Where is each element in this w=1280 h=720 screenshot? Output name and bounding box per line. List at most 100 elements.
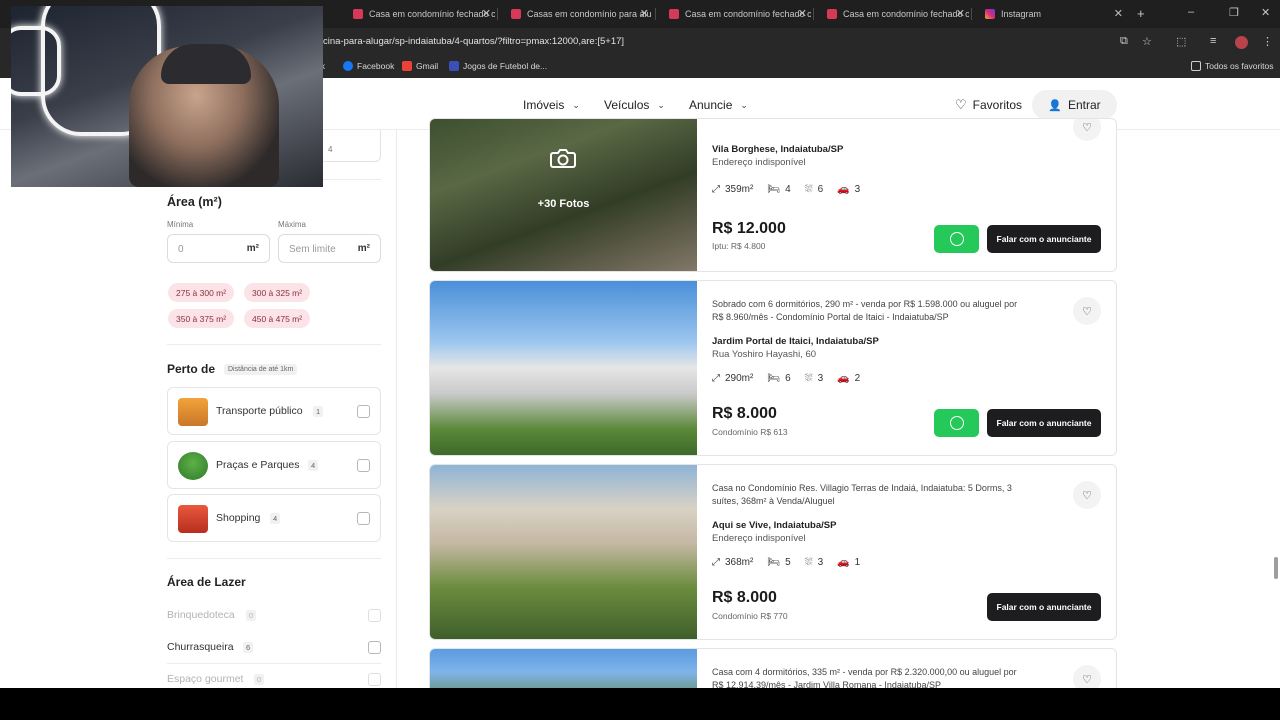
bed-icon: 🛏 — [767, 184, 781, 195]
bedrooms-value: 4 — [785, 184, 791, 195]
poi-checkbox[interactable] — [357, 405, 370, 418]
nav-veiculos[interactable]: Veículos ⌄ — [604, 98, 665, 112]
area-icon: ⤢ — [712, 557, 720, 568]
favorite-button[interactable]: ♡ — [1073, 481, 1101, 509]
poi-shopping[interactable]: Shopping 4 — [167, 494, 381, 542]
area-value: 368m² — [725, 557, 754, 568]
leisure-count: 6 — [243, 642, 254, 653]
media-icon[interactable]: ≡ — [1210, 35, 1216, 47]
poi-parks[interactable]: Praças e Parques 4 — [167, 441, 381, 489]
nav-label: Anuncie — [689, 98, 733, 112]
listing-photo[interactable]: +30 Fotos — [430, 119, 697, 271]
listing-card[interactable]: Casa com 4 dormitórios, 335 m² - venda p… — [429, 648, 1117, 688]
leisure-checkbox[interactable] — [368, 609, 381, 622]
minimize-icon[interactable]: – — [1188, 6, 1194, 18]
listing-location: Jardim Portal de Itaici, Indaiatuba/SP — [712, 336, 879, 347]
nav-imoveis[interactable]: Imóveis ⌄ — [523, 98, 580, 112]
listing-card[interactable]: Sobrado com 6 dormitórios, 290 m² - vend… — [429, 280, 1117, 456]
bookmark-item[interactable]: Jogos de Futebol de... — [449, 61, 547, 71]
tab-label: Casa em condomínio fechado c — [369, 9, 495, 19]
tab-separator — [971, 8, 972, 20]
listing-price: R$ 8.000 — [712, 405, 777, 422]
bookmark-item[interactable]: Facebook — [343, 61, 394, 71]
browser-tab[interactable]: Casa em condomínio fechado c ✕ — [661, 4, 811, 24]
close-icon[interactable]: ✕ — [956, 7, 965, 20]
extensions-icon[interactable]: ⬚ — [1176, 35, 1186, 48]
close-icon[interactable]: ✕ — [798, 7, 807, 20]
listing-price: R$ 8.000 — [712, 589, 777, 606]
unit-label: m² — [357, 243, 370, 254]
page-scrollbar[interactable] — [1274, 557, 1278, 579]
parking-value: 1 — [854, 557, 861, 568]
bathrooms-feature: ⛆ 3 — [805, 557, 824, 568]
url-field[interactable]: cina-para-alugar/sp-indaiatuba/4-quartos… — [323, 36, 624, 47]
area-chip[interactable]: 275 à 300 m² — [168, 283, 235, 302]
filter-count: 4 — [328, 145, 333, 154]
listing-features: ⤢ 359m² 🛏 4 ⛆ 6 🚗 3 — [712, 184, 874, 195]
tab-separator — [497, 8, 498, 20]
favorite-button[interactable]: ♡ — [1073, 119, 1101, 141]
whatsapp-button[interactable] — [934, 409, 979, 437]
browser-tab[interactable]: Instagram ✕ — [977, 4, 1127, 24]
star-icon[interactable]: ☆ — [1142, 35, 1152, 48]
parking-value: 3 — [854, 184, 861, 195]
menu-icon[interactable]: ⋮ — [1262, 35, 1273, 48]
all-bookmarks[interactable]: Todos os favoritos — [1191, 61, 1274, 71]
all-bookmarks-label: Todos os favoritos — [1205, 61, 1274, 71]
close-icon[interactable]: ✕ — [640, 7, 649, 20]
area-value: 290m² — [725, 373, 754, 384]
favorite-button[interactable]: ♡ — [1073, 665, 1101, 688]
area-chip[interactable]: 350 à 375 m² — [168, 309, 235, 328]
area-value: 359m² — [725, 184, 754, 195]
close-icon[interactable]: ✕ — [482, 7, 491, 20]
favorites-link[interactable]: ♡ Favoritos — [955, 97, 1022, 113]
chevron-down-icon: ⌄ — [572, 99, 580, 110]
leisure-option[interactable]: Churrasqueira 6 — [167, 638, 381, 658]
contact-advertiser-button[interactable]: Falar com o anunciante — [987, 593, 1101, 621]
contact-advertiser-button[interactable]: Falar com o anunciante — [987, 409, 1101, 437]
area-min-input[interactable]: 0 m² — [167, 234, 270, 263]
tab-separator — [813, 8, 814, 20]
close-icon[interactable]: ✕ — [1114, 7, 1123, 20]
listing-photo[interactable] — [430, 649, 697, 688]
whatsapp-icon — [949, 416, 964, 430]
bookmark-item[interactable]: Gmail — [402, 61, 438, 71]
area-chip[interactable]: 300 à 325 m² — [244, 283, 311, 302]
input-placeholder: Sem limite — [289, 244, 336, 255]
area-chip[interactable]: 450 à 475 m² — [244, 309, 311, 328]
profile-avatar[interactable] — [1235, 36, 1248, 49]
listing-card[interactable]: Casa no Condomínio Res. Villagio Terras … — [429, 464, 1117, 640]
cast-icon[interactable]: ⧉ — [1120, 35, 1128, 48]
listing-photo[interactable] — [430, 281, 697, 455]
distance-badge: Distância de até 1km — [224, 364, 298, 375]
listing-subprice: Condomínio R$ 613 — [712, 427, 788, 437]
browser-tab[interactable]: Casa em condomínio fechado c ✕ — [819, 4, 969, 24]
leisure-option[interactable]: Espaço gourmet 0 — [167, 670, 381, 688]
new-tab-button[interactable]: + — [1137, 6, 1145, 21]
leisure-option[interactable]: Brinquedoteca 0 — [167, 606, 381, 626]
close-window-icon[interactable]: ✕ — [1261, 6, 1270, 19]
listing-card[interactable]: +30 Fotos ♡ Vila Borghese, Indaiatuba/SP… — [429, 118, 1117, 272]
poi-transport[interactable]: Transporte público 1 — [167, 387, 381, 435]
browser-tab[interactable]: Casas em condomínio para alu ✕ — [503, 4, 653, 24]
whatsapp-button[interactable] — [934, 225, 979, 253]
contact-advertiser-button[interactable]: Falar com o anunciante — [987, 225, 1101, 253]
browser-tab[interactable]: Casa em condomínio fechado c ✕ — [345, 4, 495, 24]
area-feature: ⤢ 359m² — [712, 184, 753, 195]
poi-checkbox[interactable] — [357, 459, 370, 472]
area-max-input[interactable]: Sem limite m² — [278, 234, 381, 263]
area-feature: ⤢ 290m² — [712, 373, 753, 384]
leisure-checkbox[interactable] — [368, 641, 381, 654]
poi-checkbox[interactable] — [357, 512, 370, 525]
nav-anuncie[interactable]: Anuncie ⌄ — [689, 98, 748, 112]
listing-photo[interactable] — [430, 465, 697, 639]
screen: Casa em condomínio fechado c ✕ Casas em … — [0, 0, 1280, 688]
nav-label: Imóveis — [523, 98, 565, 112]
car-icon: 🚗 — [837, 557, 850, 568]
login-button[interactable]: 👤 Entrar — [1032, 90, 1117, 120]
favorite-button[interactable]: ♡ — [1073, 297, 1101, 325]
chevron-down-icon: ⌄ — [740, 99, 748, 110]
leisure-checkbox[interactable] — [368, 673, 381, 686]
listing-location: Aqui se Vive, Indaiatuba/SP — [712, 520, 837, 531]
restore-icon[interactable]: ❐ — [1229, 6, 1239, 19]
